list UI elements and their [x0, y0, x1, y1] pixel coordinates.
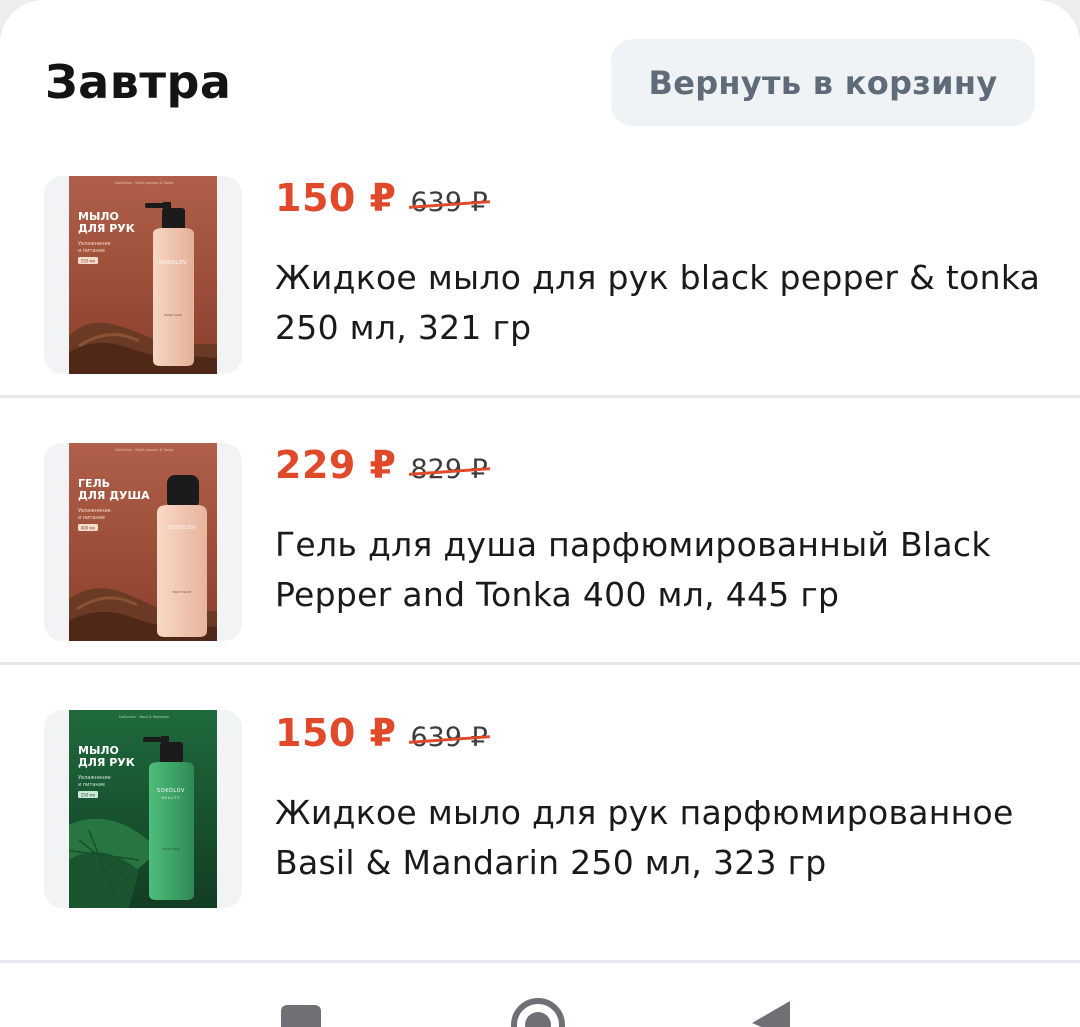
old-price: 639 ₽ — [408, 187, 490, 218]
svg-text:Collection · Black pepper & To: Collection · Black pepper & Tonka — [115, 448, 174, 452]
svg-text:Увлажнение: Увлажнение — [78, 775, 111, 781]
svg-text:250 мл: 250 мл — [81, 793, 96, 798]
svg-text:BODY WASH: BODY WASH — [173, 590, 191, 594]
product-thumbnail[interactable]: Collection · Black pepper & Tonka ГЕЛЬ Д… — [44, 443, 242, 641]
product-image-shower-gel: Collection · Black pepper & Tonka ГЕЛЬ Д… — [69, 443, 217, 641]
price-row: 150 ₽ 639 ₽ — [275, 711, 490, 767]
svg-text:Увлажнение: Увлажнение — [78, 241, 111, 247]
svg-text:ДЛЯ ДУША: ДЛЯ ДУША — [78, 489, 150, 502]
svg-text:ДЛЯ РУК: ДЛЯ РУК — [78, 756, 135, 769]
back-triangle-icon[interactable] — [750, 999, 792, 1027]
svg-text:Collection · Black pepper & To: Collection · Black pepper & Tonka — [115, 181, 174, 185]
current-price: 150 ₽ — [275, 176, 397, 220]
recents-square-icon[interactable] — [280, 997, 322, 1027]
svg-text:SOKOLOV: SOKOLOV — [168, 525, 196, 531]
svg-text:HAND SOAP: HAND SOAP — [164, 313, 182, 317]
product-name[interactable]: Жидкое мыло для рук black pepper & tonka… — [275, 253, 1065, 353]
old-price: 639 ₽ — [408, 722, 490, 753]
svg-text:и питание: и питание — [78, 782, 105, 788]
product-thumbnail[interactable]: Collection · Black pepper & Tonka МЫЛО Д… — [44, 176, 242, 374]
product-item[interactable]: Collection · Black pepper & Tonka ГЕЛЬ Д… — [0, 397, 1080, 664]
product-thumbnail[interactable]: Collection · Basil & Mandarin МЫЛО ДЛЯ Р… — [44, 710, 242, 908]
divider — [0, 960, 1080, 963]
svg-text:и питание: и питание — [78, 248, 105, 254]
svg-text:HAND SOAP: HAND SOAP — [162, 847, 180, 851]
product-image-soap-black-pepper: Collection · Black pepper & Tonka МЫЛО Д… — [69, 176, 217, 374]
svg-text:SOKOLOV: SOKOLOV — [157, 788, 185, 794]
return-to-cart-button[interactable]: Вернуть в корзину — [611, 39, 1035, 126]
price-row: 150 ₽ 639 ₽ — [275, 176, 490, 232]
home-circle-icon[interactable] — [508, 995, 568, 1027]
product-name[interactable]: Жидкое мыло для рук парфюмированное Basi… — [275, 788, 1065, 888]
product-item[interactable]: Collection · Black pepper & Tonka МЫЛО Д… — [0, 150, 1080, 397]
svg-text:Увлажнение: Увлажнение — [78, 508, 111, 514]
delivery-date-title: Завтра — [45, 55, 232, 109]
svg-text:250 мл: 250 мл — [81, 259, 96, 264]
svg-text:SOKOLOV: SOKOLOV — [159, 260, 187, 266]
order-group-sheet: Завтра Вернуть в корзину Collection · Bl… — [0, 0, 1080, 1027]
old-price: 829 ₽ — [408, 454, 490, 485]
svg-text:ДЛЯ РУК: ДЛЯ РУК — [78, 222, 135, 235]
product-name[interactable]: Гель для душа парфюмированный Black Pepp… — [275, 520, 1065, 620]
current-price: 150 ₽ — [275, 711, 397, 755]
product-image-soap-basil-mandarin: Collection · Basil & Mandarin МЫЛО ДЛЯ Р… — [69, 710, 217, 908]
system-navigation-bar — [0, 965, 1080, 1027]
svg-text:BEAUTY: BEAUTY — [162, 796, 181, 800]
svg-text:400 мл: 400 мл — [81, 526, 96, 531]
price-row: 229 ₽ 829 ₽ — [275, 443, 490, 499]
svg-text:Collection · Basil & Mandarin: Collection · Basil & Mandarin — [119, 715, 169, 719]
current-price: 229 ₽ — [275, 443, 397, 487]
product-item[interactable]: Collection · Basil & Mandarin МЫЛО ДЛЯ Р… — [0, 664, 1080, 962]
svg-text:и питание: и питание — [78, 515, 105, 521]
